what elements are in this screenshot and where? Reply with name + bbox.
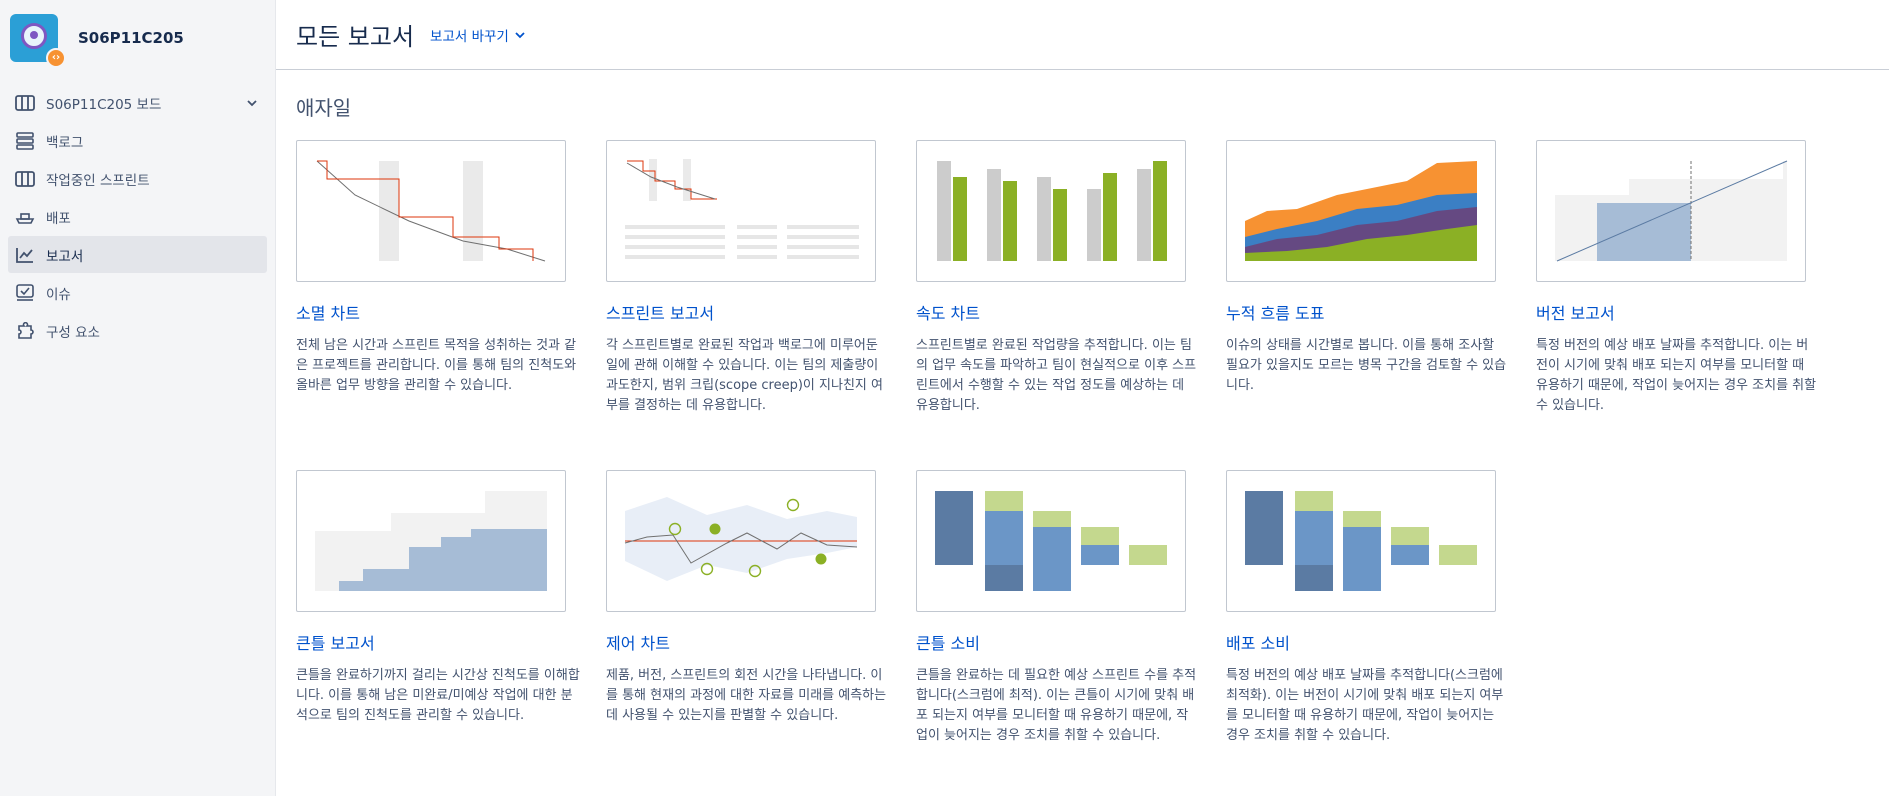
report-title[interactable]: 큰틀 소비 <box>916 630 1186 654</box>
sidebar-item-issues[interactable]: 이슈 <box>8 274 267 311</box>
velocity-chart-thumbnail <box>916 140 1186 282</box>
sidebar-item-label: 배포 <box>46 210 71 227</box>
report-card-release-burndown[interactable]: 배포 소비 특정 버전의 예상 배포 날짜를 추적합니다(스크럼에 최적화). … <box>1226 470 1503 746</box>
report-card-burndown[interactable]: 소멸 차트 전체 남은 시간과 스프린트 목적을 성취하는 것과 같은 프로젝트… <box>296 140 576 396</box>
report-card-control[interactable]: 제어 차트 제품, 버전, 스프린트의 회전 시간을 나타냅니다. 이를 통해 … <box>606 470 886 726</box>
report-description: 제품, 버전, 스프린트의 회전 시간을 나타냅니다. 이를 통해 현재의 과정… <box>606 668 887 723</box>
report-description: 특정 버전의 예상 배포 날짜를 추적합니다(스크럼에 최적화). 이는 버전이… <box>1226 668 1504 743</box>
components-icon <box>14 320 36 342</box>
sidebar: ‹› S06P11C205 S06P11C205 보드 백로그 작업중인 스프린… <box>0 0 276 796</box>
report-title[interactable]: 큰틀 보고서 <box>296 630 566 654</box>
app-root: ‹› S06P11C205 S06P11C205 보드 백로그 작업중인 스프린… <box>0 0 1889 796</box>
report-description: 큰틀을 완료하기까지 걸리는 시간상 진척도를 이해합니다. 이를 통해 남은 … <box>296 668 580 723</box>
board-icon <box>14 92 36 114</box>
issues-icon <box>14 282 36 304</box>
sidebar-item-label: 이슈 <box>46 286 71 303</box>
report-title[interactable]: 누적 흐름 도표 <box>1226 300 1496 324</box>
reports-icon <box>14 244 36 266</box>
report-title[interactable]: 소멸 차트 <box>296 300 566 324</box>
sidebar-item-board[interactable]: S06P11C205 보드 <box>8 84 267 121</box>
report-description: 이슈의 상태를 시간별로 봅니다. 이를 통해 조사할 필요가 있을지도 모르는… <box>1226 338 1507 393</box>
sidebar-item-active-sprint[interactable]: 작업중인 스프린트 <box>8 160 267 197</box>
release-burndown-thumbnail <box>1226 470 1496 612</box>
sidebar-item-components[interactable]: 구성 요소 <box>8 312 267 349</box>
code-badge-icon: ‹› <box>46 48 66 68</box>
report-title[interactable]: 스프린트 보고서 <box>606 300 876 324</box>
report-title[interactable]: 배포 소비 <box>1226 630 1496 654</box>
report-card-epic-burndown[interactable]: 큰틀 소비 큰틀을 완료하는 데 필요한 예상 스프린트 수를 추적합니다(스크… <box>916 470 1196 746</box>
project-avatar-icon: ‹› <box>10 14 66 68</box>
epic-burndown-thumbnail <box>916 470 1186 612</box>
page-header: 모든 보고서 보고서 바꾸기 <box>276 0 1889 70</box>
sidebar-item-backlog[interactable]: 백로그 <box>8 122 267 159</box>
report-card-velocity[interactable]: 속도 차트 스프린트별로 완료된 작업량을 추적합니다. 이는 팀의 업무 속도… <box>916 140 1196 416</box>
section-title: 애자일 <box>296 96 352 120</box>
epic-report-thumbnail <box>296 470 566 612</box>
page-title: 모든 보고서 <box>296 23 415 51</box>
report-description: 특정 버전의 예상 배포 날짜를 추적합니다. 이는 버전이 시기에 맞춰 배포… <box>1536 338 1817 413</box>
chevron-down-icon <box>515 31 525 38</box>
sidebar-nav: S06P11C205 보드 백로그 작업중인 스프린트 배포 보고서 이슈 구성… <box>0 76 275 358</box>
backlog-icon <box>14 130 36 152</box>
report-title[interactable]: 제어 차트 <box>606 630 876 654</box>
sidebar-item-label: 백로그 <box>46 134 84 151</box>
report-description: 큰틀을 완료하는 데 필요한 예상 스프린트 수를 추적합니다(스크럼에 최적)… <box>916 668 1197 743</box>
report-card-cumulative-flow[interactable]: 누적 흐름 도표 이슈의 상태를 시간별로 봅니다. 이를 통해 조사할 필요가… <box>1226 140 1506 396</box>
switch-report-dropdown[interactable]: 보고서 바꾸기 <box>430 25 525 45</box>
sidebar-item-label: 보고서 <box>46 248 84 265</box>
report-card-version[interactable]: 버전 보고서 특정 버전의 예상 배포 날짜를 추적합니다. 이는 버전이 시기… <box>1536 140 1816 416</box>
chevron-down-icon[interactable] <box>247 95 257 111</box>
report-description: 각 스프린트별로 완료된 작업과 백로그에 미루어둔 일에 관해 이해할 수 있… <box>606 338 883 413</box>
report-title[interactable]: 속도 차트 <box>916 300 1186 324</box>
main-content: 모든 보고서 보고서 바꾸기 애자일 소멸 차트 전체 남은 시간과 스프린트 … <box>276 0 1889 796</box>
report-description: 전체 남은 시간과 스프린트 목적을 성취하는 것과 같은 프로젝트를 관리합니… <box>296 338 577 393</box>
project-name: S06P11C205 <box>78 29 184 47</box>
report-card-sprint[interactable]: 스프린트 보고서 각 스프린트별로 완료된 작업과 백로그에 미루어둔 일에 관… <box>606 140 883 416</box>
report-title[interactable]: 버전 보고서 <box>1536 300 1806 324</box>
switch-report-label: 보고서 바꾸기 <box>430 28 509 45</box>
control-chart-thumbnail <box>606 470 876 612</box>
project-header[interactable]: ‹› S06P11C205 <box>0 0 275 76</box>
sidebar-item-label: S06P11C205 보드 <box>46 96 162 113</box>
cumulative-flow-thumbnail <box>1226 140 1496 282</box>
sprint-report-thumbnail <box>606 140 876 282</box>
sprint-board-icon <box>14 168 36 190</box>
ship-icon <box>14 206 36 228</box>
sidebar-item-releases[interactable]: 배포 <box>8 198 267 235</box>
version-report-thumbnail <box>1536 140 1806 282</box>
burndown-chart-thumbnail <box>296 140 566 282</box>
report-description: 스프린트별로 완료된 작업량을 추적합니다. 이는 팀의 업무 속도를 파악하고… <box>916 338 1197 413</box>
sidebar-item-label: 구성 요소 <box>46 324 100 341</box>
sidebar-item-reports[interactable]: 보고서 <box>8 236 267 273</box>
sidebar-item-label: 작업중인 스프린트 <box>46 172 150 189</box>
report-card-epic[interactable]: 큰틀 보고서 큰틀을 완료하기까지 걸리는 시간상 진척도를 이해합니다. 이를… <box>296 470 580 726</box>
